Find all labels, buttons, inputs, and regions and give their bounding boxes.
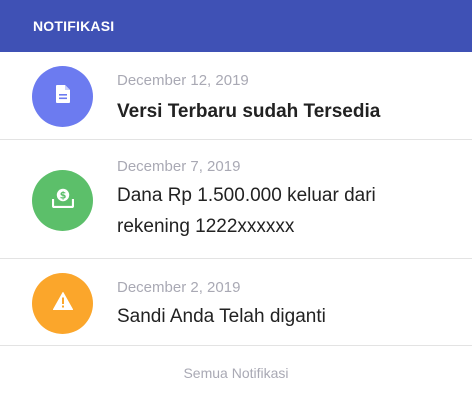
warning-icon <box>52 292 73 315</box>
notification-panel: NOTIFIKASI December 12, 2019 Versi Terba… <box>0 0 472 400</box>
notification-content: December 2, 2019 Sandi Anda Telah digant… <box>117 273 326 332</box>
notification-title: Versi Terbaru sudah Tersedia <box>117 101 381 122</box>
all-notifications-link[interactable]: Semua Notifikasi <box>183 365 288 381</box>
notification-item[interactable]: December 2, 2019 Sandi Anda Telah digant… <box>0 259 472 346</box>
panel-header: NOTIFIKASI <box>0 0 472 52</box>
notification-item[interactable]: December 12, 2019 Versi Terbaru sudah Te… <box>0 52 472 140</box>
panel-footer: Semua Notifikasi <box>0 346 472 400</box>
panel-title: NOTIFIKASI <box>33 18 115 34</box>
notification-title: Sandi Anda Telah diganti <box>117 306 326 327</box>
document-icon <box>55 85 70 108</box>
notification-date: December 2, 2019 <box>117 279 241 296</box>
notification-date: December 7, 2019 <box>117 158 241 175</box>
notification-title: Dana Rp 1.500.000 keluar dari rekening 1… <box>117 185 376 237</box>
notification-item[interactable]: $ December 7, 2019 Dana Rp 1.500.000 kel… <box>0 140 472 259</box>
notification-icon-badge: $ <box>32 170 93 231</box>
svg-text:$: $ <box>59 191 66 202</box>
notification-content: December 7, 2019 Dana Rp 1.500.000 kelua… <box>117 158 417 242</box>
notification-date: December 12, 2019 <box>117 72 249 89</box>
money-icon: $ <box>51 188 74 213</box>
notification-icon-badge <box>32 273 93 334</box>
notification-icon-badge <box>32 66 93 127</box>
notification-content: December 12, 2019 Versi Terbaru sudah Te… <box>117 66 380 127</box>
